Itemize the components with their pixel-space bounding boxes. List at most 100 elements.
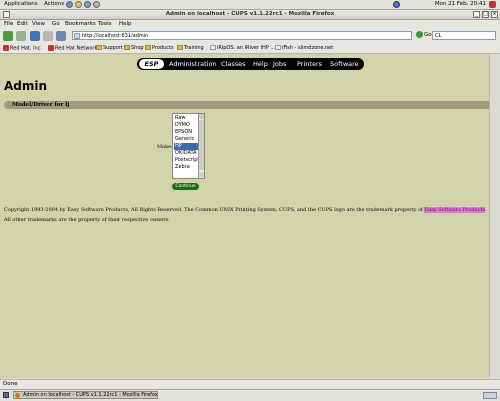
cups-navbar: ESP Administration Classes Help Jobs Pri… [137,58,364,70]
bookmark-label: Shop [131,45,144,51]
folder-icon [124,45,130,50]
page-content: ESP Administration Classes Help Jobs Pri… [0,54,489,378]
go-label: Go [424,32,432,38]
make-option-zebra[interactable]: Zebra [174,164,200,171]
bookmark-support[interactable]: Support [96,45,123,51]
copyright-text: Copyright 1993-2004 by Easy Software Pro… [4,207,425,213]
bookmark-label: Red Hat Network [55,45,98,52]
make-option-okidata[interactable]: OKIDATA [174,150,200,157]
update-notifier-icon[interactable] [393,1,400,8]
actions-menu[interactable]: Actions [44,1,64,7]
bookmark-training[interactable]: Training [177,45,204,51]
make-list-scrollbar[interactable] [198,114,204,178]
address-bar-url: http://localhost:631/admin [82,33,149,39]
section-header-bar: Model/Driver for lj [4,101,489,109]
firefox-icon [15,393,20,398]
continue-button[interactable]: Continue [172,183,199,190]
page-title: Admin [4,79,48,93]
make-option-postscript[interactable]: Postscript [174,157,200,164]
menu-edit[interactable]: Edit [17,21,28,27]
window-title: Admin on localhost - CUPS v1.1.22rc1 - M… [165,11,335,17]
reload-icon[interactable] [30,31,40,41]
page-scrollbar[interactable] [489,54,500,378]
bottom-taskbar: Admin on localhost - CUPS v1.1.22rc1 - M… [0,389,500,401]
menu-bookmarks[interactable]: Bookmarks [65,21,96,27]
gnome-top-panel: Applications Actions Mon 21 Feb, 20:41 [0,0,500,10]
scroll-up-icon[interactable] [199,114,204,119]
menu-help[interactable]: Help [119,21,132,27]
office-launcher-icon[interactable] [84,1,91,8]
taskbar-window-button[interactable]: Admin on localhost - CUPS v1.1.22rc1 - M… [13,391,158,399]
volume-icon[interactable] [489,1,496,8]
make-option-generic[interactable]: Generic [174,136,200,143]
make-option-dymo[interactable]: DYMO [174,122,200,129]
bookmarks-toolbar: Red Hat, Inc. Red Hat Network Support Sh… [0,43,500,54]
make-option-raw[interactable]: Raw [174,115,200,122]
make-option-hp[interactable]: HP [174,143,200,150]
applications-menu[interactable]: Applications [4,1,38,7]
bookmark-label: Red Hat, Inc. [10,45,43,52]
minimize-icon[interactable]: _ [473,11,480,18]
site-icon [74,33,80,39]
close-icon[interactable]: × [491,11,498,18]
tab-software[interactable]: Software [330,60,359,68]
bookmark-ripos[interactable]: iRipOS: an iRiver iHP ... [210,45,275,51]
folder-icon [177,45,183,50]
folder-icon [145,45,151,50]
browser-launcher-icon[interactable] [66,1,73,8]
bookmark-label: iRipOS: an iRiver iHP ... [217,45,276,51]
make-label: Make: [157,144,173,150]
back-arrow-icon[interactable] [3,31,13,41]
redhat-icon [48,45,54,51]
status-bar: Done [0,379,500,389]
copyright-notice: Copyright 1993-2004 by Easy Software Pro… [4,205,488,225]
print-launcher-icon[interactable] [93,1,100,8]
tab-printers[interactable]: Printers [297,60,322,68]
forward-arrow-icon[interactable] [16,31,26,41]
taskbar-window-title: Admin on localhost - CUPS v1.1.22rc1 - M… [23,392,158,398]
search-value: CL [435,33,442,39]
bookmark-label: Products [152,45,174,51]
bookmark-shop[interactable]: Shop [124,45,144,51]
easy-software-link[interactable]: Easy Software Products [424,207,486,213]
mail-launcher-icon[interactable] [75,1,82,8]
stop-icon[interactable] [43,31,53,41]
home-icon[interactable] [56,31,66,41]
tab-help[interactable]: Help [253,60,268,68]
show-desktop-icon[interactable] [3,392,9,398]
go-button[interactable]: Go [416,31,432,38]
make-select-list[interactable]: Raw DYMO EPSON Generic HP OKIDATA Postsc… [172,113,205,179]
bookmark-red-hat-network[interactable]: Red Hat Network [48,45,97,52]
tab-administration[interactable]: Administration [169,60,217,68]
go-arrow-icon [416,31,423,38]
make-option-epson[interactable]: EPSON [174,129,200,136]
navigation-toolbar: http://localhost:631/admin Go CL [0,29,500,44]
folder-icon [96,45,102,50]
bookmark-label: Support [103,45,123,51]
search-input[interactable]: CL [432,31,496,40]
bookmark-label: iFish - slimdzone.net [282,45,334,51]
scroll-thumb[interactable] [199,120,204,170]
redhat-icon [3,45,9,51]
window-titlebar[interactable]: Admin on localhost - CUPS v1.1.22rc1 - M… [0,10,500,20]
menu-file[interactable]: File [4,21,13,27]
workspace-switcher[interactable] [483,392,497,399]
menu-tools[interactable]: Tools [98,21,112,27]
scroll-down-icon[interactable] [199,172,204,177]
menu-view[interactable]: View [32,21,45,27]
section-title: Model/Driver for lj [12,102,70,108]
page-icon [210,45,216,50]
esp-logo[interactable]: ESP [139,59,164,69]
maximize-icon[interactable]: □ [482,11,489,18]
bookmark-products[interactable]: Products [145,45,174,51]
tab-jobs[interactable]: Jobs [273,60,286,68]
page-icon [275,45,281,50]
panel-clock[interactable]: Mon 21 Feb, 20:41 [435,1,486,7]
status-text: Done [3,381,18,387]
menu-go[interactable]: Go [52,21,60,27]
address-bar[interactable]: http://localhost:631/admin [72,31,412,40]
menu-bar: File Edit View Go Bookmarks Tools Help [0,20,500,29]
tab-classes[interactable]: Classes [221,60,246,68]
bookmark-ifish[interactable]: iFish - slimdzone.net [275,45,333,51]
bookmark-red-hat[interactable]: Red Hat, Inc. [3,45,42,52]
